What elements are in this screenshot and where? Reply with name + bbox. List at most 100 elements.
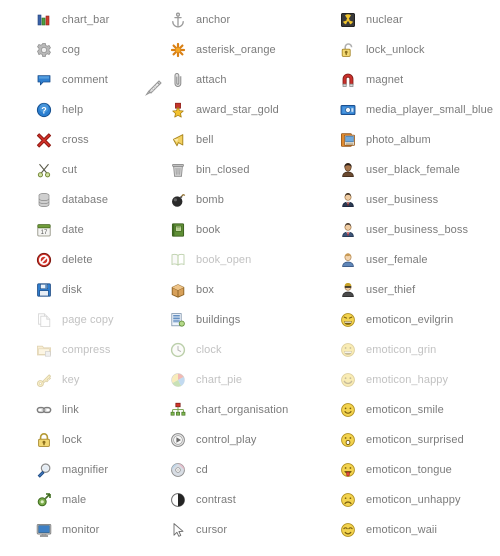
icon-list-item[interactable]: emoticon_unhappy — [335, 485, 500, 515]
lock-icon[interactable] — [36, 432, 52, 448]
icon-list-item[interactable]: cut — [0, 155, 183, 185]
icon-list-item[interactable]: user_business_boss — [335, 215, 500, 245]
icon-list-item[interactable]: cd — [165, 455, 335, 485]
lock-unlock-icon[interactable] — [340, 42, 356, 58]
book-icon[interactable] — [170, 222, 186, 238]
icon-list-item[interactable]: user_black_female — [335, 155, 500, 185]
icon-list-item[interactable]: emoticon_happy — [335, 365, 500, 395]
bell-icon[interactable] — [170, 132, 186, 148]
nuclear-icon[interactable] — [340, 12, 356, 28]
user-business-boss-icon[interactable] — [340, 222, 356, 238]
play-icon[interactable] — [170, 432, 186, 448]
icon-list-item[interactable]: lock_unlock — [335, 35, 500, 65]
database-icon[interactable] — [36, 192, 52, 208]
bomb-icon[interactable] — [170, 192, 186, 208]
icon-list-item[interactable]: delete — [0, 245, 183, 275]
icon-list-item[interactable]: bell — [165, 125, 335, 155]
icon-list-item[interactable]: emoticon_smile — [335, 395, 500, 425]
compress-icon[interactable] — [36, 342, 52, 358]
icon-list-item[interactable]: media_player_small_blue — [335, 95, 500, 125]
paperclip-icon[interactable] — [170, 72, 186, 88]
anchor-icon[interactable] — [170, 12, 186, 28]
icon-list-item[interactable]: asterisk_orange — [165, 35, 335, 65]
scissors-icon[interactable] — [36, 162, 52, 178]
cursor-icon[interactable] — [170, 522, 186, 538]
key-icon[interactable] — [36, 372, 52, 388]
icon-list-item[interactable]: chart_pie — [165, 365, 335, 395]
icon-list-item[interactable]: user_female — [335, 245, 500, 275]
asterisk-icon[interactable] — [170, 42, 186, 58]
icon-list-item[interactable]: attach — [165, 65, 335, 95]
icon-list-item[interactable]: bin_closed — [165, 155, 335, 185]
buildings-icon[interactable] — [170, 312, 186, 328]
icon-list-item[interactable]: magnet — [335, 65, 500, 95]
icon-list-item[interactable]: compress — [0, 335, 183, 365]
icon-list-item[interactable]: chart_bar — [0, 5, 183, 35]
contrast-icon[interactable] — [170, 492, 186, 508]
icon-list-item[interactable]: bomb — [165, 185, 335, 215]
emoticon-tongue-icon[interactable] — [340, 462, 356, 478]
icon-list-item[interactable]: key — [0, 365, 183, 395]
icon-list-item[interactable]: anchor — [165, 5, 335, 35]
icon-list-item[interactable]: emoticon_evilgrin — [335, 305, 500, 335]
help-icon[interactable]: ? — [36, 102, 52, 118]
emoticon-happy-icon[interactable] — [340, 372, 356, 388]
icon-list-item[interactable]: buildings — [165, 305, 335, 335]
icon-list-item[interactable]: lock — [0, 425, 183, 455]
book-open-icon[interactable] — [170, 252, 186, 268]
icon-list-item[interactable]: emoticon_grin — [335, 335, 500, 365]
icon-list-item[interactable]: page copy — [0, 305, 183, 335]
icon-list-item[interactable]: clock — [165, 335, 335, 365]
icon-list-item[interactable]: disk — [0, 275, 183, 305]
cd-icon[interactable] — [170, 462, 186, 478]
user-business-icon[interactable] — [340, 192, 356, 208]
link-icon[interactable] — [36, 402, 52, 418]
clock-icon[interactable] — [170, 342, 186, 358]
icon-list-item[interactable]: box — [165, 275, 335, 305]
magnet-icon[interactable] — [340, 72, 356, 88]
award-star-icon[interactable] — [170, 102, 186, 118]
calendar-icon[interactable]: 17 — [36, 222, 52, 238]
emoticon-smile-icon[interactable] — [340, 402, 356, 418]
monitor-icon[interactable] — [36, 522, 52, 538]
emoticon-evilgrin-icon[interactable] — [340, 312, 356, 328]
emoticon-waii-icon[interactable] — [340, 522, 356, 538]
photo-album-icon[interactable] — [340, 132, 356, 148]
page-copy-icon[interactable] — [36, 312, 52, 328]
icon-list-item[interactable]: award_star_gold — [165, 95, 335, 125]
chart-bar-icon[interactable] — [36, 12, 52, 28]
icon-list-item[interactable]: emoticon_tongue — [335, 455, 500, 485]
chart-organisation-icon[interactable] — [170, 402, 186, 418]
icon-list-item[interactable]: user_thief — [335, 275, 500, 305]
magnifier-icon[interactable] — [36, 462, 52, 478]
user-black-female-icon[interactable] — [340, 162, 356, 178]
icon-list-item[interactable]: user_business — [335, 185, 500, 215]
icon-list-item[interactable]: ? help — [0, 95, 183, 125]
user-thief-icon[interactable] — [340, 282, 356, 298]
icon-list-item[interactable]: cog — [0, 35, 183, 65]
chart-pie-icon[interactable] — [170, 372, 186, 388]
box-icon[interactable] — [170, 282, 186, 298]
icon-list-item[interactable]: link — [0, 395, 183, 425]
emoticon-surprised-icon[interactable] — [340, 432, 356, 448]
emoticon-grin-icon[interactable] — [340, 342, 356, 358]
icon-list-item[interactable]: nuclear — [335, 5, 500, 35]
trash-bin-icon[interactable] — [170, 162, 186, 178]
icon-list-item[interactable]: magnifier — [0, 455, 183, 485]
icon-list-item[interactable]: male — [0, 485, 183, 515]
comment-icon[interactable] — [36, 72, 52, 88]
icon-list-item[interactable]: database — [0, 185, 183, 215]
emoticon-unhappy-icon[interactable] — [340, 492, 356, 508]
cross-icon[interactable] — [36, 132, 52, 148]
icon-list-item[interactable]: cross — [0, 125, 183, 155]
cog-icon[interactable] — [36, 42, 52, 58]
delete-icon[interactable] — [36, 252, 52, 268]
icon-list-item[interactable]: photo_album — [335, 125, 500, 155]
icon-list-item[interactable]: book — [165, 215, 335, 245]
icon-list-item[interactable]: emoticon_waii — [335, 515, 500, 545]
icon-list-item[interactable]: chart_organisation — [165, 395, 335, 425]
icon-list-item[interactable]: cursor — [165, 515, 335, 545]
media-player-icon[interactable] — [340, 102, 356, 118]
user-female-icon[interactable] — [340, 252, 356, 268]
icon-list-item[interactable]: control_play — [165, 425, 335, 455]
